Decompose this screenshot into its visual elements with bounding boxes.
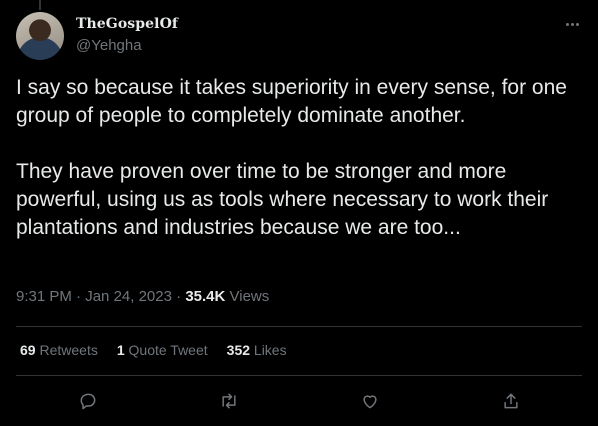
views-count: 35.4K (185, 288, 226, 305)
retweet-icon (222, 393, 236, 409)
retweets-stat[interactable]: 69 Retweets (20, 342, 98, 358)
quotes-label: Quote Tweet (128, 342, 208, 358)
reply-button[interactable] (77, 390, 99, 412)
tweet-text: I say so because it takes superiority in… (16, 76, 567, 239)
likes-label: Likes (253, 342, 287, 358)
retweets-label: Retweets (39, 342, 98, 358)
retweets-count: 69 (20, 342, 36, 358)
user-handle[interactable]: @Yehgha (76, 37, 142, 54)
likes-stat[interactable]: 352 Likes (227, 342, 287, 358)
more-icon (565, 22, 569, 26)
share-icon (504, 393, 518, 409)
like-button[interactable] (359, 390, 381, 412)
share-button[interactable] (500, 390, 522, 412)
quotes-stat[interactable]: 1 Quote Tweet (117, 342, 208, 358)
reply-icon (80, 393, 96, 410)
views-label: Views (229, 288, 270, 305)
thread-connector-line (39, 0, 41, 10)
engagement-stats: 69 Retweets 1 Quote Tweet 352 Likes (20, 342, 287, 358)
divider (16, 375, 582, 376)
avatar[interactable] (16, 12, 64, 60)
tweet-meta: 9:31 PM · Jan 24, 2023 · 35.4K Views (16, 288, 270, 305)
action-bar (0, 380, 598, 420)
like-icon (363, 395, 377, 409)
likes-count: 352 (226, 342, 251, 358)
divider (16, 326, 582, 327)
display-name[interactable]: TheGospelOf (76, 16, 178, 32)
more-options-button[interactable] (560, 14, 584, 34)
tweet-date[interactable]: Jan 24, 2023 (85, 288, 172, 305)
retweet-button[interactable] (218, 390, 240, 412)
tweet-time[interactable]: 9:31 PM (16, 288, 72, 305)
quotes-count: 1 (116, 342, 125, 358)
